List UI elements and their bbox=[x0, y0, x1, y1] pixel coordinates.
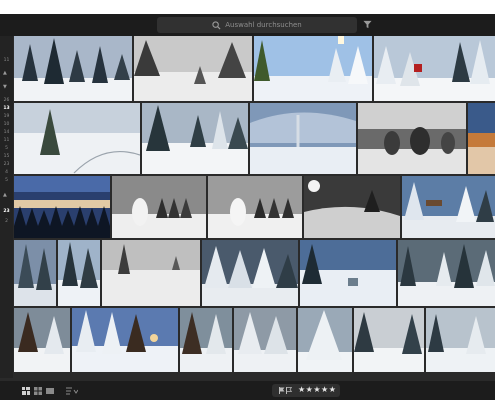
detail-view-icon[interactable] bbox=[46, 387, 54, 395]
timeline-label[interactable]: 2 bbox=[1, 219, 12, 224]
photo-thumbnail[interactable] bbox=[304, 176, 400, 238]
photo-thumbnail[interactable] bbox=[112, 176, 206, 238]
timeline-label[interactable]: 5 bbox=[1, 178, 12, 183]
timeline-label-active[interactable]: 23 bbox=[1, 209, 12, 214]
photo-thumbnail[interactable] bbox=[254, 36, 372, 101]
flag-rating-panel: ★★★★★ bbox=[272, 384, 340, 397]
timeline-label[interactable]: 15 bbox=[1, 154, 12, 159]
bottom-toolbar: ★★★★★ bbox=[0, 381, 495, 400]
timeline-label[interactable]: 5 bbox=[1, 146, 12, 151]
timeline-label[interactable]: 11 bbox=[1, 138, 12, 143]
photo-thumbnail[interactable] bbox=[58, 240, 100, 306]
photo-thumbnail[interactable] bbox=[234, 308, 296, 372]
photo-thumbnail[interactable] bbox=[300, 240, 396, 306]
photo-thumbnail[interactable] bbox=[354, 308, 424, 372]
photo-thumbnail[interactable] bbox=[298, 308, 352, 372]
window-top-edge bbox=[0, 0, 495, 14]
timeline-sidebar[interactable]: 11 ▲ ▼ 26 13 19 10 14 11 5 15 23 4 5 ▲ 2… bbox=[0, 36, 13, 378]
timeline-label[interactable]: 26 bbox=[1, 98, 12, 103]
filter-icon[interactable] bbox=[363, 20, 372, 29]
photo-thumbnail[interactable] bbox=[14, 176, 110, 238]
timeline-label-active[interactable]: 13 bbox=[1, 106, 12, 111]
search-placeholder: Auswahl durchsuchen bbox=[225, 21, 302, 29]
sort-icon[interactable] bbox=[66, 387, 78, 395]
timeline-label[interactable]: 23 bbox=[1, 162, 12, 167]
reject-flag-icon[interactable] bbox=[286, 387, 292, 394]
square-grid-icon[interactable] bbox=[34, 387, 42, 395]
photo-thumbnail[interactable] bbox=[202, 240, 298, 306]
timeline-marker[interactable]: ▲ bbox=[3, 192, 7, 198]
photo-thumbnail[interactable] bbox=[374, 36, 495, 101]
search-icon bbox=[212, 20, 221, 30]
photo-thumbnail[interactable] bbox=[102, 240, 200, 306]
photo-thumbnail[interactable] bbox=[14, 103, 140, 174]
timeline-label[interactable]: 10 bbox=[1, 122, 12, 127]
grid-view-icon[interactable] bbox=[22, 387, 30, 395]
photo-thumbnail[interactable] bbox=[402, 176, 495, 238]
photo-thumbnail[interactable] bbox=[14, 240, 56, 306]
flag-icon[interactable] bbox=[279, 387, 285, 394]
timeline-marker[interactable]: ▲ bbox=[3, 70, 7, 76]
photo-thumbnail[interactable] bbox=[208, 176, 302, 238]
timeline-label[interactable]: 4 bbox=[1, 170, 12, 175]
timeline-label[interactable]: 19 bbox=[1, 114, 12, 119]
star-rating[interactable]: ★★★★★ bbox=[298, 385, 336, 394]
photo-thumbnail[interactable] bbox=[468, 103, 495, 174]
photo-thumbnail[interactable] bbox=[426, 308, 495, 372]
photo-thumbnail[interactable] bbox=[134, 36, 252, 101]
timeline-label[interactable]: 11 bbox=[1, 58, 12, 63]
search-input[interactable]: Auswahl durchsuchen bbox=[157, 17, 357, 33]
timeline-label[interactable]: 14 bbox=[1, 130, 12, 135]
photo-thumbnail[interactable] bbox=[142, 103, 248, 174]
photo-thumbnail[interactable] bbox=[14, 36, 132, 101]
photo-thumbnail[interactable] bbox=[14, 308, 70, 372]
photo-thumbnail[interactable] bbox=[358, 103, 466, 174]
photo-thumbnail[interactable] bbox=[72, 308, 178, 372]
photo-grid bbox=[14, 36, 495, 374]
photo-thumbnail[interactable] bbox=[398, 240, 495, 306]
photo-thumbnail[interactable] bbox=[180, 308, 232, 372]
photo-thumbnail[interactable] bbox=[250, 103, 356, 174]
timeline-marker[interactable]: ▼ bbox=[3, 84, 7, 90]
